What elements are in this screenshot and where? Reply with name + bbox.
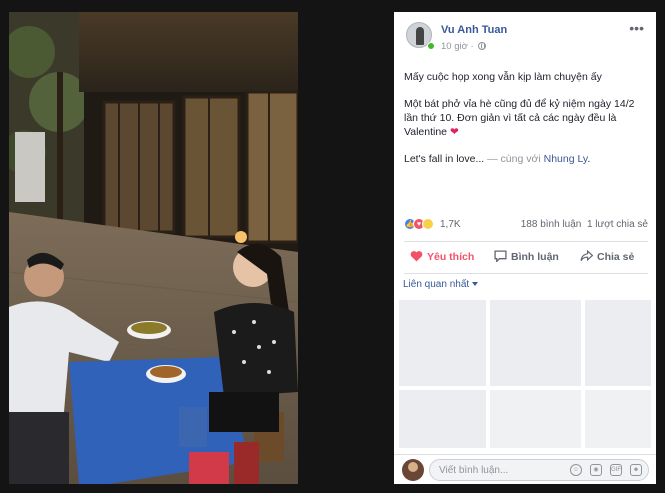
post-paragraph: Let's fall in love... — cùng với Nhung L… <box>404 152 648 166</box>
author-name[interactable]: Vu Anh Tuan <box>441 24 507 36</box>
placeholder-tile <box>490 390 581 448</box>
post-photo[interactable] <box>9 12 298 484</box>
reaction-icons[interactable]: 👍 ♥ <box>404 218 434 232</box>
post-time[interactable]: 10 giờ · <box>441 41 487 52</box>
post-paragraph: Một bát phở vỉa hè cũng đủ để kỷ niệm ng… <box>404 97 648 139</box>
share-count[interactable]: 1 lượt chia sẻ <box>587 219 648 230</box>
post-panel: Vu Anh Tuan 10 giờ · ••• Mấy cuộc họp xo… <box>394 12 656 484</box>
globe-icon <box>478 42 487 50</box>
share-icon <box>580 250 593 262</box>
more-options-icon[interactable]: ••• <box>629 21 644 35</box>
heart-icon <box>410 251 423 262</box>
post-header: Vu Anh Tuan 10 giờ · ••• <box>394 12 656 60</box>
reaction-count[interactable]: 1,7K <box>440 219 461 230</box>
sticker-icon[interactable]: ☻ <box>630 464 642 476</box>
comment-placeholder: Viết bình luận... <box>439 465 509 476</box>
with-text: — cùng với <box>484 153 544 165</box>
emoji-icon[interactable]: ☺ <box>570 464 582 476</box>
post-time-label: 10 giờ · <box>441 41 474 52</box>
comment-sort-label: Liên quan nhất <box>403 279 470 290</box>
caret-down-icon <box>472 282 479 286</box>
post-body: Mấy cuộc họp xong vẫn kịp làm chuyện ấy … <box>404 70 648 179</box>
reactions-bar: 👍 ♥ 1,7K 188 bình luận 1 lượt chia sẻ <box>404 217 648 235</box>
share-button-label: Chia sẻ <box>597 251 635 263</box>
post-paragraph-text: Let's fall in love... <box>404 153 485 165</box>
period-text: . <box>587 153 591 165</box>
placeholder-tile <box>399 390 486 448</box>
comment-share-counts: 188 bình luận 1 lượt chia sẻ <box>521 219 648 230</box>
comment-button-label: Bình luận <box>511 251 559 263</box>
gif-icon[interactable]: GIF <box>610 464 622 476</box>
placeholder-tile <box>399 300 486 386</box>
tagged-user-link[interactable]: Nhung Ly <box>544 153 588 165</box>
share-button[interactable]: Chia sẻ <box>580 250 634 263</box>
comment-icon <box>494 250 507 262</box>
comment-button[interactable]: Bình luận <box>494 250 559 263</box>
post-paragraph: Mấy cuộc họp xong vẫn kịp làm chuyện ấy <box>404 71 602 83</box>
comment-tools: ☺ ◉ GIF ☻ <box>562 464 642 482</box>
placeholder-tile <box>585 390 651 448</box>
user-avatar[interactable] <box>402 459 424 481</box>
camera-icon[interactable]: ◉ <box>590 464 602 476</box>
comment-composer: Viết bình luận... ☺ ◉ GIF ☻ <box>394 454 656 484</box>
placeholder-tile <box>490 300 581 386</box>
love-button[interactable]: Yêu thích <box>410 250 474 263</box>
comment-count[interactable]: 188 bình luận <box>521 219 582 230</box>
haha-icon <box>422 218 434 230</box>
photo-scene <box>9 12 298 484</box>
placeholder-tile <box>585 300 651 386</box>
divider <box>404 241 648 242</box>
divider <box>404 273 648 274</box>
online-status-icon <box>427 42 435 50</box>
loading-placeholder <box>399 300 651 448</box>
comment-input[interactable]: Viết bình luận... ☺ ◉ GIF ☻ <box>429 459 649 481</box>
post-paragraph-text: Một bát phở vỉa hè cũng đủ để kỷ niệm ng… <box>404 98 635 138</box>
love-button-label: Yêu thích <box>427 251 475 263</box>
action-bar: Yêu thích Bình luận Chia sẻ <box>404 244 648 272</box>
heart-emoji-icon: ❤ <box>449 126 459 138</box>
comment-sort-dropdown[interactable]: Liên quan nhất <box>403 279 479 290</box>
